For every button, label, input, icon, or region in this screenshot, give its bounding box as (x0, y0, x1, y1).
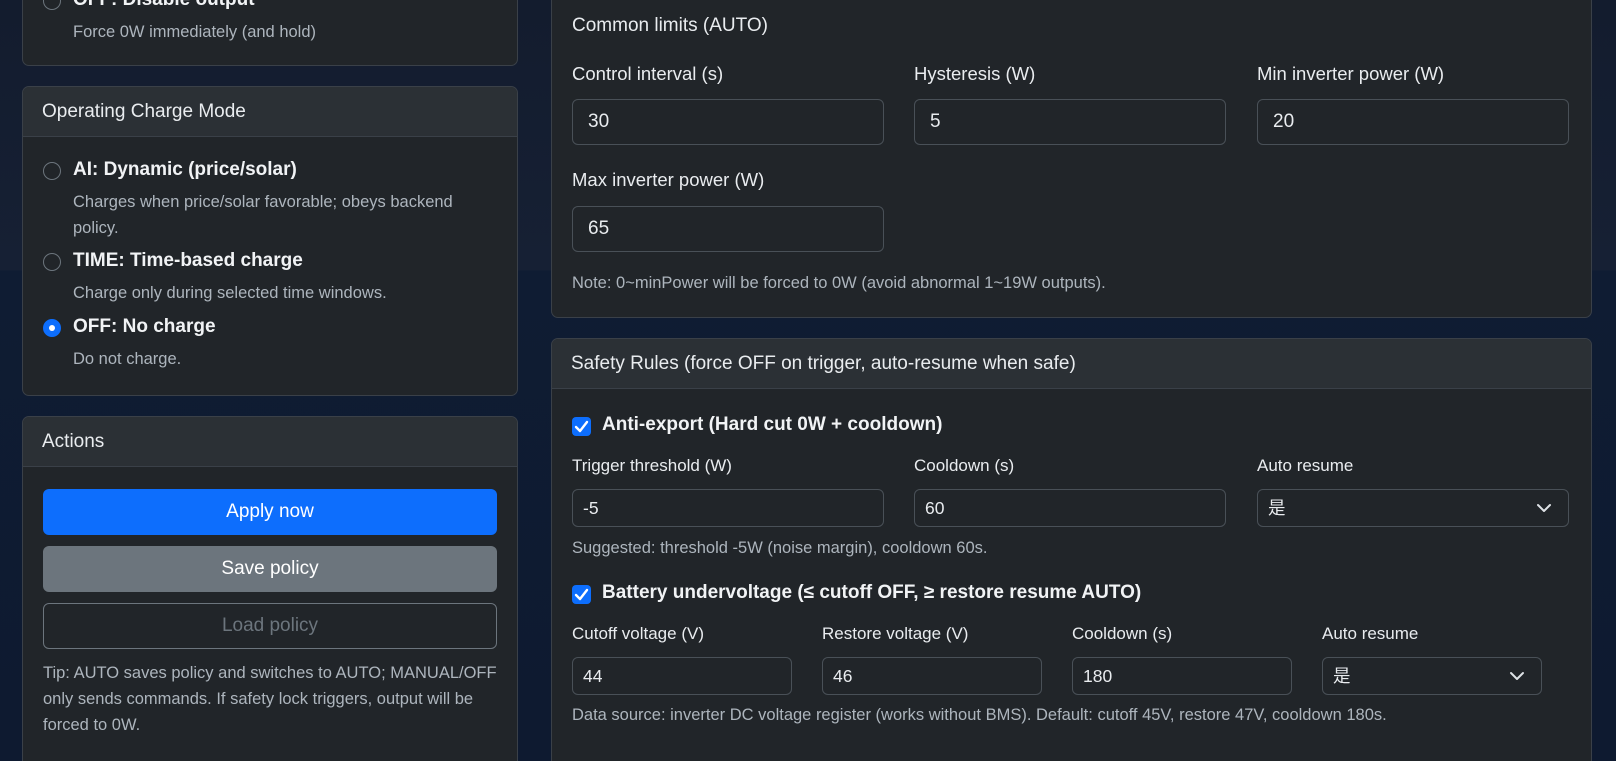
restore-voltage-input[interactable]: 46 (822, 657, 1042, 695)
charge-ai-desc: Charges when price/solar favorable; obey… (73, 193, 453, 237)
charge-mode-header: Operating Charge Mode (23, 87, 517, 137)
max-power-label: Max inverter power (W) (572, 169, 765, 190)
control-interval-label: Control interval (s) (572, 63, 724, 84)
actions-card: Actions Apply now Save policy Load polic… (22, 416, 518, 761)
charge-off-radio[interactable] (43, 319, 61, 337)
undervoltage-title: Battery undervoltage (≤ cutoff OFF, ≥ re… (602, 582, 1142, 603)
load-policy-button[interactable]: Load policy (43, 603, 497, 649)
anti-export-cooldown-input[interactable]: 60 (914, 489, 1226, 527)
control-interval-input[interactable]: 30 (572, 99, 884, 145)
save-policy-button[interactable]: Save policy (43, 546, 497, 592)
actions-tip: Tip: AUTO saves policy and switches to A… (43, 664, 497, 734)
charge-mode-card: Operating Charge Mode AI: Dynamic (price… (22, 86, 518, 396)
anti-export-auto-resume-value: 是 (1268, 498, 1286, 518)
charge-option-time[interactable]: TIME: Time-based charge Charge only duri… (43, 250, 501, 308)
chevron-down-icon (1537, 504, 1551, 512)
undervoltage-note: Data source: inverter DC voltage registe… (572, 706, 1387, 724)
min-power-label: Min inverter power (W) (1257, 63, 1445, 84)
safety-rules-card: Safety Rules (force OFF on trigger, auto… (551, 338, 1592, 761)
output-off-title: OFF: Disable output (73, 0, 255, 11)
anti-export-auto-resume-select[interactable]: 是 (1257, 489, 1569, 527)
output-off-radio[interactable] (43, 0, 61, 10)
charge-ai-title: AI: Dynamic (price/solar) (73, 159, 297, 180)
hysteresis-label: Hysteresis (W) (914, 63, 1036, 84)
trigger-threshold-input[interactable]: -5 (572, 489, 884, 527)
anti-export-note: Suggested: threshold -5W (noise margin),… (572, 539, 988, 557)
cutoff-voltage-input[interactable]: 44 (572, 657, 792, 695)
undervoltage-auto-resume-select[interactable]: 是 (1322, 657, 1542, 695)
charge-time-radio[interactable] (43, 253, 61, 271)
charge-option-ai[interactable]: AI: Dynamic (price/solar) Charges when p… (43, 159, 501, 243)
anti-export-title: Anti-export (Hard cut 0W + cooldown) (602, 414, 943, 435)
undervoltage-cooldown-label: Cooldown (s) (1072, 624, 1173, 643)
undervoltage-auto-resume-value: 是 (1333, 666, 1351, 686)
anti-export-checkbox[interactable] (572, 417, 591, 436)
charge-time-desc: Charge only during selected time windows… (73, 284, 387, 302)
charge-option-off[interactable]: OFF: No charge Do not charge. (43, 316, 501, 374)
charge-time-title: TIME: Time-based charge (73, 250, 303, 271)
actions-header: Actions (23, 417, 517, 467)
output-off-desc: Force 0W immediately (and hold) (73, 23, 317, 41)
trigger-threshold-label: Trigger threshold (W) (572, 456, 732, 475)
max-power-input[interactable]: 65 (572, 206, 884, 252)
common-limits-card: Common limits (AUTO) Control interval (s… (551, 0, 1592, 318)
undervoltage-cooldown-input[interactable]: 180 (1072, 657, 1292, 695)
min-power-input[interactable]: 20 (1257, 99, 1569, 145)
undervoltage-auto-resume-label: Auto resume (1322, 624, 1419, 643)
undervoltage-checkbox[interactable] (572, 585, 591, 604)
output-off-option[interactable]: OFF: Disable output Force 0W immediately… (43, 0, 501, 45)
check-icon (574, 588, 589, 601)
restore-voltage-label: Restore voltage (V) (822, 624, 969, 643)
cutoff-voltage-label: Cutoff voltage (V) (572, 624, 704, 643)
charge-off-title: OFF: No charge (73, 316, 216, 337)
charge-ai-radio[interactable] (43, 162, 61, 180)
apply-now-button[interactable]: Apply now (43, 489, 497, 535)
check-icon (574, 420, 589, 433)
hysteresis-input[interactable]: 5 (914, 99, 1226, 145)
output-mode-card: OFF: Disable output Force 0W immediately… (22, 0, 518, 66)
chevron-down-icon (1510, 672, 1524, 680)
common-limits-title: Common limits (AUTO) (572, 15, 768, 36)
anti-export-cooldown-label: Cooldown (s) (914, 456, 1015, 475)
safety-rules-header: Safety Rules (force OFF on trigger, auto… (552, 339, 1591, 389)
common-limits-note: Note: 0~minPower will be forced to 0W (a… (572, 274, 1106, 292)
charge-off-desc: Do not charge. (73, 350, 182, 368)
anti-export-auto-resume-label: Auto resume (1257, 456, 1354, 475)
